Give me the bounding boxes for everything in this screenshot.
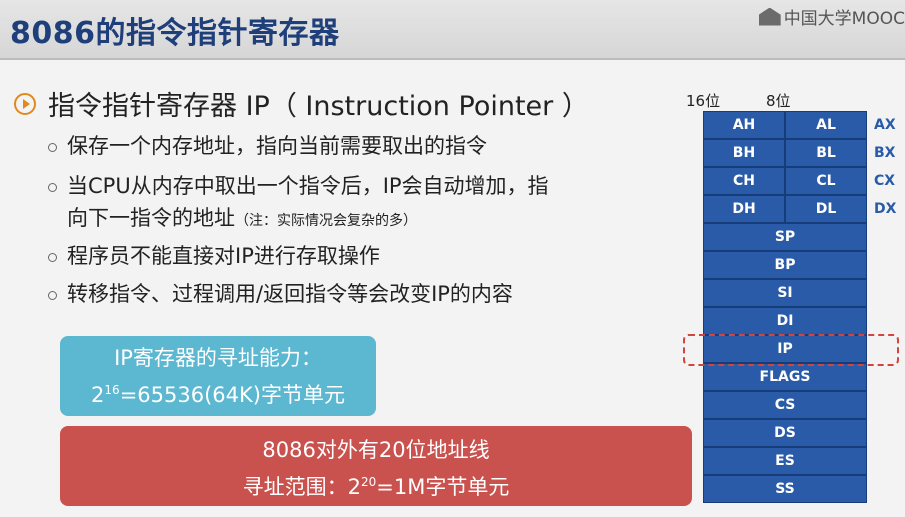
label-dx: DX <box>874 201 897 217</box>
register-row: DS <box>703 419 867 447</box>
register-es: ES <box>703 447 867 475</box>
register-sp: SP <box>703 223 867 251</box>
box-line-2: 216=65536(64K)字节单元 <box>91 383 345 407</box>
bullet-dot-icon <box>48 142 57 152</box>
logo-text: 中国大学MOOC <box>783 9 905 29</box>
register-flags: FLAGS <box>703 363 867 391</box>
register-row: SI <box>703 279 867 307</box>
register-bl: BL <box>785 139 867 167</box>
main-heading: 指令指针寄存器 IP（ Instruction Pointer ） <box>14 84 589 123</box>
register-row: FLAGS <box>703 363 867 391</box>
header-8bit: 8位 <box>766 92 791 110</box>
register-di: DI <box>703 307 867 335</box>
ip-addressing-box: IP寄存器的寻址能力： 216=65536(64K)字节单元 <box>60 336 376 416</box>
box-line-2: 寻址范围：220=1M字节单元 <box>242 475 510 499</box>
register-table: AH AL BH BL CH CL DH DL SP BP SI DI IP F… <box>703 111 867 503</box>
register-cs: CS <box>703 391 867 419</box>
register-cl: CL <box>785 167 867 195</box>
box-line-1: IP寄存器的寻址能力： <box>114 346 322 370</box>
heading-text: 指令指针寄存器 IP（ Instruction Pointer ） <box>48 91 589 122</box>
bullet-4: 转移指令、过程调用/返回指令等会改变IP的内容 <box>48 278 513 310</box>
register-ss: SS <box>703 475 867 503</box>
address-lines-box: 8086对外有20位地址线 寻址范围：220=1M字节单元 <box>60 426 692 506</box>
register-row: SP <box>703 223 867 251</box>
box-line-1: 8086对外有20位地址线 <box>262 438 490 462</box>
register-row: SS <box>703 475 867 503</box>
register-row: AH AL <box>703 111 867 139</box>
register-bp: BP <box>703 251 867 279</box>
bullet-dot-icon <box>48 182 57 192</box>
label-bx: BX <box>874 145 896 161</box>
label-ax: AX <box>874 117 896 133</box>
register-ah: AH <box>703 111 785 139</box>
bullet-3: 程序员不能直接对IP进行存取操作 <box>48 240 380 272</box>
register-row: DI <box>703 307 867 335</box>
logo-icon <box>758 7 781 26</box>
register-al: AL <box>785 111 867 139</box>
register-bh: BH <box>703 139 785 167</box>
register-ch: CH <box>703 167 785 195</box>
register-row: BH BL <box>703 139 867 167</box>
bullet-text: 保存一个内存地址，指向当前需要取出的指令 <box>67 134 487 158</box>
bullet-1: 保存一个内存地址，指向当前需要取出的指令 <box>48 130 487 162</box>
bullet-dot-icon <box>48 252 57 262</box>
slide-title: 8086的指令指针寄存器 <box>10 16 340 51</box>
register-row: DH DL <box>703 195 867 223</box>
mooc-logo: 中国大学MOOC <box>758 4 905 29</box>
ip-highlight-box <box>683 334 899 366</box>
register-dh: DH <box>703 195 785 223</box>
bullet-text: 转移指令、过程调用/返回指令等会改变IP的内容 <box>67 282 513 306</box>
header-16bit: 16位 <box>686 92 721 110</box>
register-ds: DS <box>703 419 867 447</box>
bullet-text-cont: 向下一指令的地址 <box>67 206 235 230</box>
register-row: ES <box>703 447 867 475</box>
bullet-2: 当CPU从内存中取出一个指令后，IP会自动增加，指 向下一指令的地址（注：实际情… <box>48 170 549 237</box>
register-si: SI <box>703 279 867 307</box>
bullet-dot-icon <box>48 290 57 300</box>
bullet-note: （注：实际情况会复杂的多） <box>235 213 417 229</box>
label-cx: CX <box>874 173 896 189</box>
play-bullet-icon <box>14 92 36 115</box>
register-row: CS <box>703 391 867 419</box>
title-bar: 8086的指令指针寄存器 中国大学MOOC <box>0 0 905 60</box>
register-row: BP <box>703 251 867 279</box>
register-dl: DL <box>785 195 867 223</box>
bullet-text: 当CPU从内存中取出一个指令后，IP会自动增加，指 <box>67 174 549 198</box>
register-row: CH CL <box>703 167 867 195</box>
bullet-text: 程序员不能直接对IP进行存取操作 <box>67 244 380 268</box>
